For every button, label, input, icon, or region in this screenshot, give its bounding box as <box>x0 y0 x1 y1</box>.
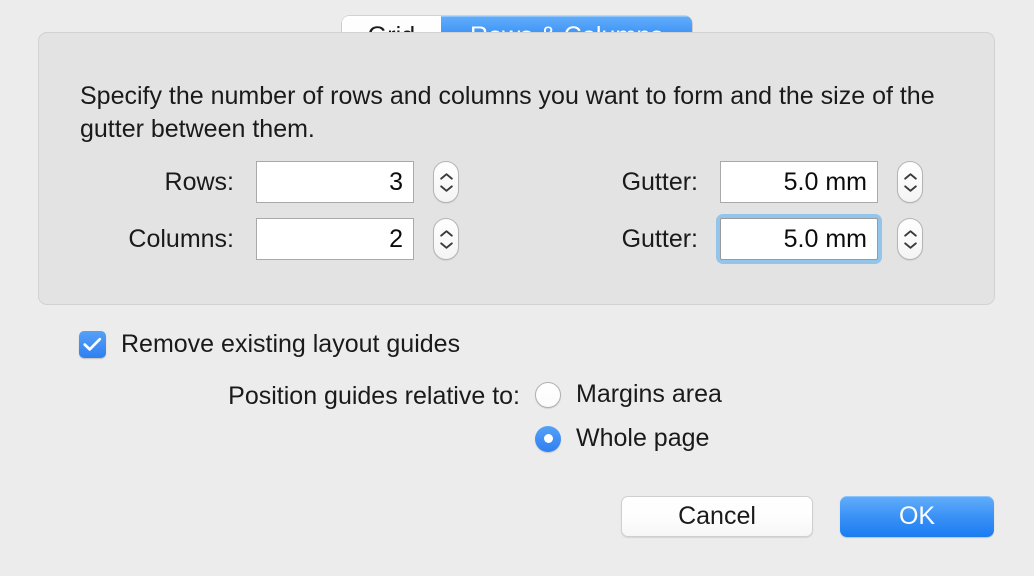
columns-field-wrap: 2 <box>252 214 418 264</box>
chevron-up-icon <box>903 229 917 237</box>
chevron-down-icon <box>903 184 917 192</box>
row-gutter-input[interactable]: 5.0 mm <box>720 161 878 203</box>
chevron-down-icon <box>903 241 917 249</box>
field-row-columns: Columns: 2 <box>0 218 459 260</box>
radio-whole-page-label: Whole page <box>576 424 710 452</box>
remove-guides-row[interactable]: Remove existing layout guides <box>79 330 460 359</box>
field-row-rows: Rows: 3 <box>0 161 459 203</box>
radio-margins-area[interactable] <box>535 381 561 408</box>
radio-row-whole-page[interactable]: Whole page <box>535 424 709 453</box>
column-gutter-input[interactable]: 5.0 mm <box>720 218 878 260</box>
column-gutter-field-wrap: 5.0 mm <box>716 214 882 264</box>
cancel-button[interactable]: Cancel <box>621 496 813 537</box>
columns-label: Columns: <box>128 224 234 253</box>
position-guides-label: Position guides relative to: <box>228 382 520 410</box>
description-text: Specify the number of rows and columns y… <box>80 82 935 143</box>
column-gutter-stepper[interactable] <box>897 218 923 260</box>
remove-guides-checkbox[interactable] <box>79 331 106 358</box>
remove-guides-label: Remove existing layout guides <box>121 330 461 358</box>
column-gutter-label: Gutter: <box>621 224 698 253</box>
radio-margins-area-label: Margins area <box>576 380 722 408</box>
rows-field-wrap: 3 <box>252 157 418 207</box>
row-gutter-field-wrap: 5.0 mm <box>716 157 882 207</box>
row-gutter-stepper[interactable] <box>897 161 923 203</box>
field-row-row-gutter: Gutter: 5.0 mm <box>430 161 923 203</box>
radio-selected-dot <box>543 434 553 443</box>
checkmark-icon <box>83 337 102 351</box>
ok-button[interactable]: OK <box>840 496 994 537</box>
rows-input[interactable]: 3 <box>256 161 414 203</box>
field-row-column-gutter: Gutter: 5.0 mm <box>430 214 923 264</box>
columns-input[interactable]: 2 <box>256 218 414 260</box>
radio-whole-page[interactable] <box>535 425 561 452</box>
radio-row-margins-area[interactable]: Margins area <box>535 380 722 409</box>
rows-label: Rows: <box>164 167 234 196</box>
row-gutter-label: Gutter: <box>621 167 698 196</box>
chevron-up-icon <box>903 172 917 180</box>
